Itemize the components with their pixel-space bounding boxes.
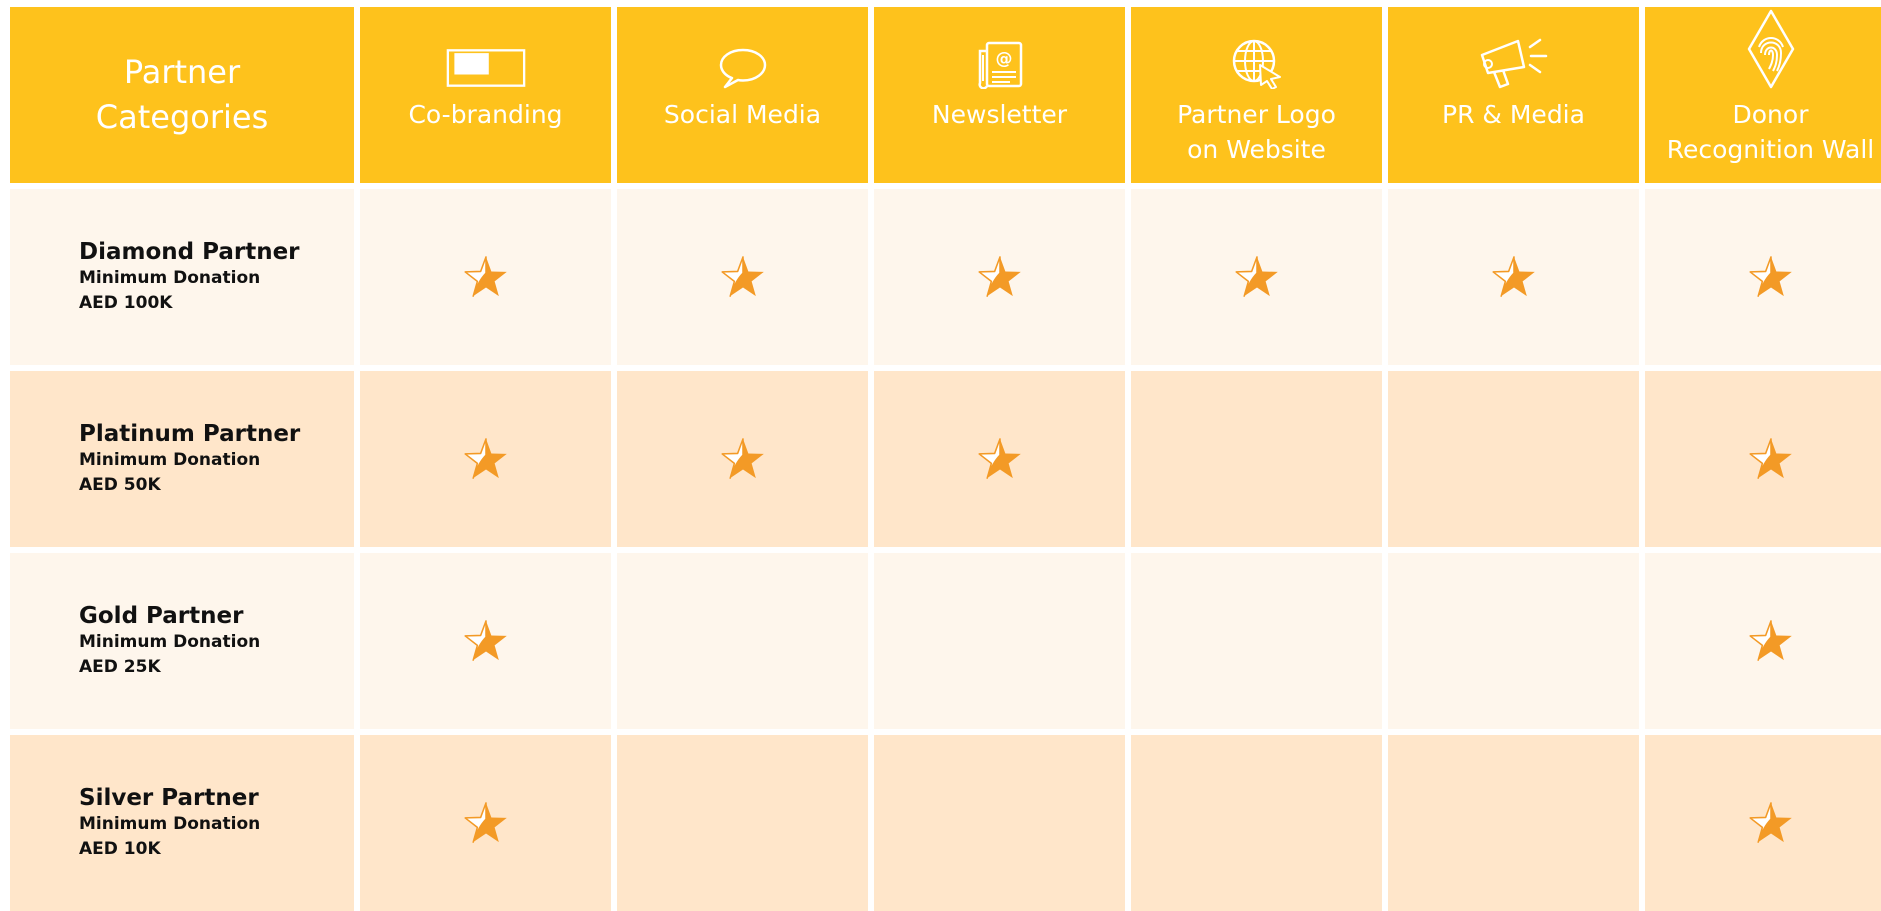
partner-benefits-table: Partner Categories Co-branding Social Me… [10, 7, 1881, 911]
benefit-cell [1388, 371, 1639, 547]
benefit-cell [617, 189, 868, 365]
globe-cursor-icon [1217, 35, 1297, 89]
co-branding-icon [446, 35, 526, 89]
benefit-cell [360, 371, 611, 547]
speech-bubble-icon [703, 35, 783, 89]
tier-name: Silver Partner [79, 785, 259, 811]
fingerprint-icon [1731, 9, 1811, 89]
tier-note: Minimum Donation [79, 814, 261, 834]
column-header-newsletter: @ Newsletter [874, 7, 1125, 183]
tier-amount: AED 10K [79, 839, 161, 859]
benefit-cell [1645, 189, 1881, 365]
star-icon [1234, 256, 1278, 297]
star-icon [1748, 620, 1792, 661]
benefit-cell [874, 553, 1125, 729]
star-icon [1748, 802, 1792, 843]
tier-name: Diamond Partner [79, 239, 300, 265]
tier-name: Gold Partner [79, 603, 244, 629]
benefit-cell [1388, 553, 1639, 729]
tier-platinum: Platinum Partner Minimum Donation AED 50… [10, 371, 354, 547]
column-header-pr-media: PR & Media [1388, 7, 1639, 183]
star-icon [463, 802, 507, 843]
tier-amount: AED 25K [79, 657, 161, 677]
star-icon [1491, 256, 1535, 297]
star-icon [1748, 256, 1792, 297]
column-header-partner-logo: Partner Logo on Website [1131, 7, 1382, 183]
benefit-cell [1131, 735, 1382, 911]
tier-note: Minimum Donation [79, 450, 261, 470]
tier-amount: AED 50K [79, 475, 161, 495]
benefit-cell [617, 553, 868, 729]
column-label: Partner Logo on Website [1177, 100, 1336, 164]
benefit-cell [617, 735, 868, 911]
column-header-social-media: Social Media [617, 7, 868, 183]
benefit-cell [874, 189, 1125, 365]
benefit-cell [1645, 735, 1881, 911]
star-icon [977, 438, 1021, 479]
column-label: PR & Media [1442, 100, 1585, 129]
tier-note: Minimum Donation [79, 632, 261, 652]
benefit-cell [360, 553, 611, 729]
partner-categories-header: Partner Categories [10, 7, 354, 183]
benefit-cell [360, 735, 611, 911]
star-icon [720, 438, 764, 479]
benefit-cell [874, 735, 1125, 911]
tier-amount: AED 100K [79, 293, 173, 313]
benefit-cell [1131, 371, 1382, 547]
newsletter-icon: @ [960, 35, 1040, 89]
star-icon [1748, 438, 1792, 479]
benefit-cell [1388, 189, 1639, 365]
megaphone-icon [1474, 35, 1554, 89]
column-header-donor-wall: Donor Recognition Wall [1645, 7, 1881, 183]
benefit-cell [1131, 553, 1382, 729]
tier-gold: Gold Partner Minimum Donation AED 25K [10, 553, 354, 729]
column-label: Donor Recognition Wall [1666, 100, 1875, 164]
tier-diamond: Diamond Partner Minimum Donation AED 100… [10, 189, 354, 365]
star-icon [463, 620, 507, 661]
star-icon [463, 256, 507, 297]
column-label: Newsletter [931, 100, 1068, 129]
svg-text:@: @ [995, 49, 1012, 69]
star-icon [463, 438, 507, 479]
tier-name: Platinum Partner [79, 421, 301, 447]
benefit-cell [874, 371, 1125, 547]
benefit-cell [1645, 371, 1881, 547]
partner-categories-label: Partner Categories [95, 53, 269, 136]
benefit-cell [1131, 189, 1382, 365]
column-header-co-branding: Co-branding [360, 7, 611, 183]
benefit-cell [1388, 735, 1639, 911]
star-icon [977, 256, 1021, 297]
column-label: Co-branding [408, 100, 563, 129]
benefit-cell [360, 189, 611, 365]
star-icon [720, 256, 764, 297]
column-label: Social Media [663, 100, 822, 129]
tier-silver: Silver Partner Minimum Donation AED 10K [10, 735, 354, 911]
benefit-cell [617, 371, 868, 547]
tier-note: Minimum Donation [79, 268, 261, 288]
benefit-cell [1645, 553, 1881, 729]
